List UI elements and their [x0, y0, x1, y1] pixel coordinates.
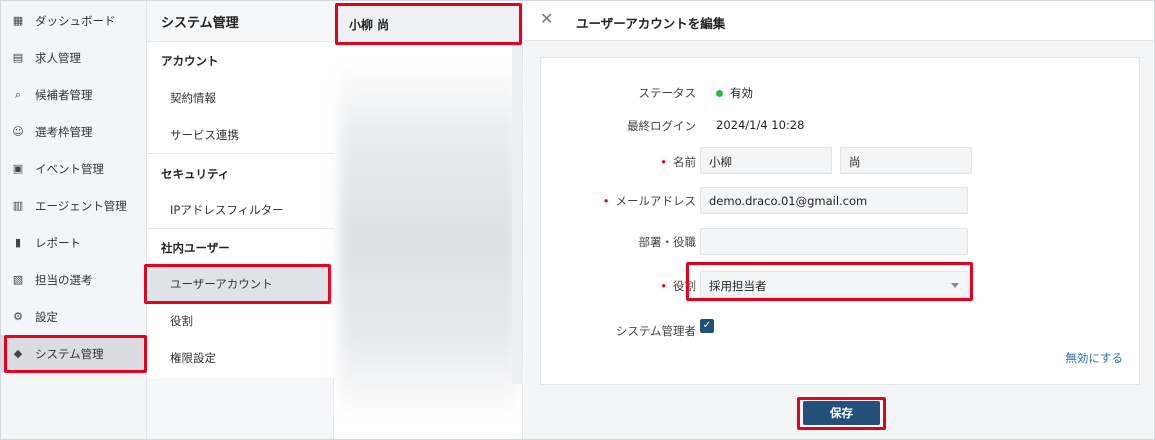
last-name-field[interactable]: 小柳	[700, 147, 832, 174]
role-select-value: 採用担当者	[709, 279, 767, 293]
close-icon[interactable]: ✕	[540, 11, 556, 27]
sidebar-item-label: 設定	[35, 309, 58, 324]
role-label-text: 役割	[673, 279, 696, 293]
sidebar-item-system-admin[interactable]: ◆ システム管理	[1, 335, 147, 372]
menu-section-heading-account: アカウント	[161, 54, 219, 68]
sidebar-item-label: エージェント管理	[35, 198, 127, 213]
sidebar-item-assigned-selection[interactable]: ▧ 担当の選考	[1, 261, 147, 298]
sysadmin-checkbox[interactable]: ✓	[700, 319, 714, 333]
sidebar-item-label: 選考枠管理	[35, 124, 93, 139]
report-chart-icon: ▮	[14, 236, 22, 249]
menu-item-label: IPアドレスフィルター	[170, 202, 284, 217]
dashboard-icon: ▦	[12, 14, 24, 27]
user-name: 小柳 尚	[349, 17, 390, 32]
sidebar-item-jobs[interactable]: ▤ 求人管理	[1, 39, 147, 76]
list-item-selected-user[interactable]: 小柳 尚	[337, 4, 520, 44]
menu-item-service-integration[interactable]: サービス連携	[149, 116, 332, 153]
sidebar-item-reports[interactable]: ▮ レポート	[1, 224, 147, 261]
edit-user-panel: ✕ ユーザーアカウントを編集 ステータス 有効 最終ログイン 2024/1/4 …	[524, 1, 1154, 439]
status-text: 有効	[730, 86, 753, 100]
sidebar-item-events[interactable]: ▣ イベント管理	[1, 150, 147, 187]
email-label-text: メールアドレス	[615, 194, 697, 208]
selection-slot-icon: ☺	[12, 125, 24, 138]
sidebar-item-agents[interactable]: ▥ エージェント管理	[1, 187, 147, 224]
menu-item-user-accounts[interactable]: ユーザーアカウント	[149, 265, 332, 302]
menu-item-label: 権限設定	[170, 350, 216, 365]
menu-item-label: ユーザーアカウント	[170, 276, 273, 291]
sidebar-item-label: 求人管理	[35, 50, 81, 65]
page-title: ユーザーアカウントを編集	[576, 16, 726, 31]
menu-section-heading-security: セキュリティ	[161, 167, 230, 181]
divider	[147, 153, 334, 154]
sidebar-item-label: ダッシュボード	[35, 13, 116, 28]
check-icon: ✓	[702, 320, 712, 331]
blurred-user-list	[339, 61, 519, 421]
status-dot-icon	[716, 90, 723, 97]
menu-item-roles[interactable]: 役割	[149, 302, 332, 339]
user-form-card: ステータス 有効 最終ログイン 2024/1/4 10:28 • 名前 小柳 尚 …	[540, 57, 1140, 385]
scrollbar[interactable]	[512, 44, 522, 384]
candidate-search-icon: ⌕	[14, 87, 22, 101]
gear-icon: ⚙	[13, 310, 23, 323]
last-login-label: 最終ログイン	[627, 119, 696, 133]
system-admin-menu: システム管理 アカウント 契約情報 サービス連携 セキュリティ IPアドレスフィ…	[147, 1, 334, 439]
menu-item-permissions[interactable]: 権限設定	[149, 339, 332, 376]
sidebar-item-label: 候補者管理	[35, 87, 93, 102]
sidebar-item-label: 担当の選考	[35, 272, 93, 287]
sidebar-item-label: レポート	[35, 235, 81, 250]
user-list: 小柳 尚	[335, 1, 523, 439]
assigned-selection-icon: ▧	[12, 273, 24, 286]
menu-header: システム管理	[147, 1, 334, 41]
sidebar-item-label: イベント管理	[35, 161, 104, 176]
name-label: • 名前	[660, 155, 696, 169]
panel-header: ✕ ユーザーアカウントを編集	[524, 1, 1154, 41]
menu-item-contract-info[interactable]: 契約情報	[149, 79, 332, 116]
name-label-text: 名前	[673, 155, 696, 169]
department-label: 部署・役職	[638, 235, 697, 249]
divider	[147, 41, 334, 42]
role-select[interactable]: 採用担当者	[700, 271, 970, 298]
department-field[interactable]	[700, 228, 968, 255]
status-label: ステータス	[638, 86, 697, 100]
first-name-field[interactable]: 尚	[840, 147, 972, 174]
menu-title: システム管理	[161, 16, 239, 31]
status-value: 有効	[716, 85, 753, 101]
shield-icon: ◆	[13, 347, 23, 360]
jobs-icon: ▤	[12, 51, 24, 64]
sysadmin-label: システム管理者	[615, 324, 696, 338]
agent-icon: ▥	[12, 199, 24, 212]
menu-item-ip-filter[interactable]: IPアドレスフィルター	[149, 191, 332, 228]
sidebar-item-selection-slots[interactable]: ☺ 選考枠管理	[1, 113, 147, 150]
disable-account-link[interactable]: 無効にする	[1065, 350, 1123, 366]
role-label: • 役割	[660, 279, 696, 293]
email-field[interactable]: demo.draco.01@gmail.com	[700, 187, 968, 214]
sidebar-item-label: システム管理	[35, 346, 104, 361]
email-label: • メールアドレス	[602, 194, 697, 208]
save-button[interactable]: 保存	[803, 401, 880, 425]
chevron-down-icon	[951, 283, 959, 288]
sidebar-item-candidates[interactable]: ⌕ 候補者管理	[1, 76, 147, 113]
sidebar-item-dashboard[interactable]: ▦ ダッシュボード	[1, 2, 147, 39]
menu-item-label: サービス連携	[170, 127, 239, 142]
menu-item-label: 役割	[170, 313, 193, 328]
sidebar-nav: ▦ ダッシュボード ▤ 求人管理 ⌕ 候補者管理 ☺ 選考枠管理 ▣ イベント管…	[1, 1, 147, 439]
last-login-value: 2024/1/4 10:28	[716, 118, 805, 132]
calendar-icon: ▣	[12, 162, 24, 175]
divider	[147, 228, 334, 229]
menu-section-heading-internal-users: 社内ユーザー	[161, 241, 230, 255]
sidebar-item-settings[interactable]: ⚙ 設定	[1, 298, 147, 335]
menu-item-label: 契約情報	[170, 90, 216, 105]
